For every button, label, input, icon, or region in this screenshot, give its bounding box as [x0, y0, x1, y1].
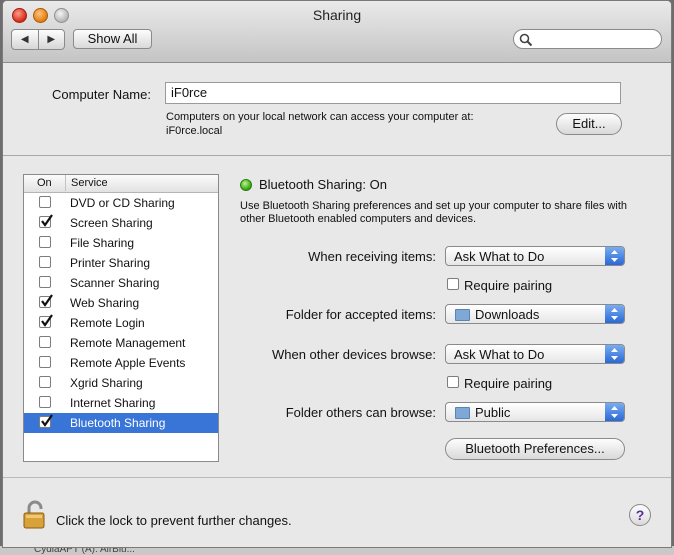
- list-header: On Service: [24, 175, 218, 193]
- search-icon: [519, 33, 533, 47]
- back-forward-control: ◀ ▶: [11, 29, 65, 50]
- computer-name-note: Computers on your local network can acce…: [166, 111, 474, 137]
- service-checkbox[interactable]: [39, 356, 51, 368]
- accepted-folder-label: Folder for accepted items:: [285, 307, 436, 322]
- checkmark-icon: [41, 294, 53, 307]
- service-checkbox[interactable]: [39, 414, 53, 428]
- lock-text: Click the lock to prevent further change…: [56, 513, 292, 528]
- browse-label: When other devices browse:: [271, 347, 436, 362]
- service-name: Scanner Sharing: [70, 276, 160, 290]
- computer-name-label: Computer Name:: [52, 87, 151, 102]
- checkmark-icon: [41, 214, 53, 227]
- service-row[interactable]: Scanner Sharing: [24, 273, 218, 293]
- edit-button[interactable]: Edit...: [556, 113, 622, 135]
- service-name: File Sharing: [70, 236, 135, 250]
- require-pairing-2-label: Require pairing: [464, 376, 553, 391]
- service-checkbox[interactable]: [39, 256, 51, 268]
- top-divider: [3, 155, 671, 156]
- sharing-window: Sharing ◀ ▶ Show All Computer Name: iF0r…: [2, 0, 672, 548]
- require-pairing-1-label: Require pairing: [464, 278, 553, 293]
- browse-popup[interactable]: Ask What to Do: [445, 344, 625, 364]
- service-name: DVD or CD Sharing: [70, 196, 175, 210]
- service-row[interactable]: DVD or CD Sharing: [24, 193, 218, 213]
- browse-folder-popup[interactable]: Public: [445, 402, 625, 422]
- service-name: Xgrid Sharing: [70, 376, 143, 390]
- window-title: Sharing: [312, 7, 362, 23]
- bluetooth-preferences-button[interactable]: Bluetooth Preferences...: [445, 438, 625, 460]
- service-checkbox[interactable]: [39, 396, 51, 408]
- title-bar: Sharing ◀ ▶ Show All: [3, 1, 671, 63]
- receiving-value: Ask What to Do: [454, 249, 545, 264]
- browse-folder-value: Public: [475, 405, 511, 420]
- receiving-label: When receiving items:: [308, 249, 436, 264]
- popup-arrows-icon: [605, 345, 624, 363]
- accepted-folder-popup[interactable]: Downloads: [445, 304, 625, 324]
- service-checkbox[interactable]: [39, 294, 53, 308]
- forward-button[interactable]: ▶: [39, 30, 65, 49]
- browse-value: Ask What to Do: [454, 347, 545, 362]
- service-checkbox[interactable]: [39, 376, 51, 388]
- popup-arrows-icon: [605, 305, 624, 323]
- help-button[interactable]: ?: [629, 504, 651, 526]
- back-button[interactable]: ◀: [12, 30, 39, 49]
- folder-icon: [455, 309, 470, 321]
- popup-arrows-icon: [605, 403, 624, 421]
- computer-name-field[interactable]: iF0rce: [165, 82, 621, 104]
- service-name: Web Sharing: [70, 296, 140, 310]
- search-field[interactable]: [513, 29, 662, 49]
- service-row[interactable]: Screen Sharing: [24, 213, 218, 233]
- service-checkbox[interactable]: [39, 314, 53, 328]
- require-pairing-1-checkbox[interactable]: [447, 278, 459, 290]
- accepted-folder-value: Downloads: [475, 307, 540, 322]
- service-checkbox[interactable]: [39, 236, 51, 248]
- service-name: Remote Login: [70, 316, 145, 330]
- browse-folder-label: Folder others can browse:: [285, 405, 436, 420]
- service-checkbox[interactable]: [39, 276, 51, 288]
- header-service[interactable]: Service: [71, 175, 108, 191]
- status-indicator-icon: [240, 179, 252, 191]
- bottom-divider: [3, 477, 671, 478]
- lock-icon[interactable]: [23, 500, 49, 530]
- popup-arrows-icon: [605, 247, 624, 265]
- show-all-button[interactable]: Show All: [73, 29, 152, 49]
- service-status: Bluetooth Sharing: On: [259, 177, 387, 192]
- service-row[interactable]: Xgrid Sharing: [24, 373, 218, 393]
- require-pairing-2-checkbox[interactable]: [447, 376, 459, 388]
- service-name: Screen Sharing: [70, 216, 153, 230]
- receiving-popup[interactable]: Ask What to Do: [445, 246, 625, 266]
- header-on[interactable]: On: [24, 175, 66, 191]
- checkmark-icon: [41, 414, 53, 427]
- service-checkbox[interactable]: [39, 196, 51, 208]
- folder-icon: [455, 407, 470, 419]
- service-checkbox[interactable]: [39, 336, 51, 348]
- service-checkbox[interactable]: [39, 214, 53, 228]
- service-description: Use Bluetooth Sharing preferences and se…: [240, 200, 628, 225]
- checkmark-icon: [41, 314, 53, 327]
